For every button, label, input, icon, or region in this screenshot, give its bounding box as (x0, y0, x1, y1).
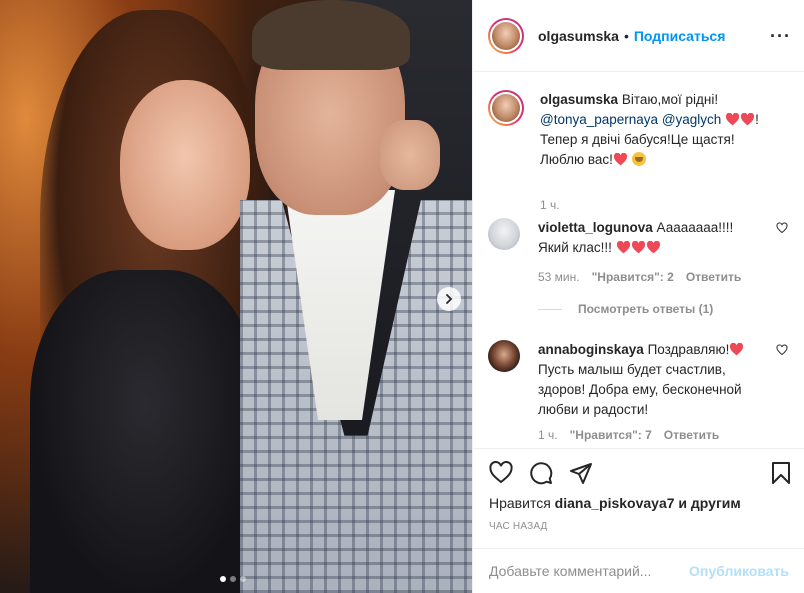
caption-avatar[interactable] (488, 90, 524, 126)
header-separator: • (623, 27, 629, 44)
comment-reply-button[interactable]: Ответить (664, 428, 719, 442)
caption-text-2: ! (755, 112, 759, 127)
author-avatar-image (492, 21, 520, 50)
action-icons (489, 461, 593, 485)
comment-input[interactable] (489, 563, 690, 579)
commenter-avatar[interactable] (488, 340, 520, 372)
next-slide-button[interactable] (437, 287, 461, 311)
like-heart-icon[interactable] (489, 461, 513, 485)
photo-man-hair (252, 0, 410, 70)
comment-body-continued: Пусть малыш будет счастлив, здоров! Добр… (538, 362, 742, 417)
comment-meta: 53 мин. "Нравится": 2 Ответить (538, 270, 741, 284)
red-heart-icon (631, 241, 645, 254)
post-date[interactable]: ЧАС НАЗАД (489, 521, 548, 532)
post-caption: olgasumska Вітаю,мої рідні! @tonya_paper… (488, 90, 788, 212)
caption-time: 1 ч. (540, 198, 560, 212)
share-paper-plane-icon[interactable] (569, 461, 593, 485)
comment-meta: 1 ч. "Нравится": 7 Ответить (538, 428, 719, 442)
comment-time: 1 ч. (538, 428, 558, 442)
red-heart-icon (730, 343, 744, 356)
carousel-dot (240, 576, 246, 582)
caption-text: olgasumska Вітаю,мої рідні! @tonya_paper… (540, 90, 780, 170)
baby-emoji-icon (631, 152, 646, 166)
comments-list: olgasumska Вітаю,мої рідні! @tonya_paper… (473, 72, 804, 448)
photo-woman-dress (30, 270, 260, 593)
replies-divider (538, 308, 562, 310)
likes-summary: Нравится diana_piskovaya7 и другим (489, 495, 741, 511)
comment-like-heart-icon[interactable] (776, 222, 788, 234)
caption-mention-1[interactable]: @tonya_papernaya (540, 112, 658, 127)
carousel-dot (230, 576, 236, 582)
comment-likes-count[interactable]: "Нравится": 7 (570, 428, 652, 442)
comment-bubble-icon[interactable] (529, 461, 553, 485)
comment-username[interactable]: annaboginskaya (538, 342, 644, 357)
red-heart-icon (726, 113, 740, 126)
instagram-post: olgasumska • Подписаться ··· olgasumska … (0, 0, 804, 593)
caption-mention-2[interactable]: @yaglych (662, 112, 721, 127)
add-comment-bar: Опубликовать (473, 548, 804, 593)
carousel-dots (220, 576, 246, 582)
comment-item: annaboginskaya Поздравляю! Пусть малыш б… (488, 340, 788, 442)
red-heart-icon (741, 113, 755, 126)
comment-time: 53 мин. (538, 270, 580, 284)
comment-item: violetta_logunova Аааааааа!!!! Який клас… (488, 218, 788, 284)
likes-user[interactable]: diana_piskovaya7 (555, 495, 675, 511)
caption-text-1: Вітаю,мої рідні! (621, 92, 719, 107)
carousel-dot-active (220, 576, 226, 582)
comment-username[interactable]: violetta_logunova (538, 220, 653, 235)
comment-body: Поздравляю! (647, 342, 730, 357)
caption-avatar-image (492, 94, 520, 122)
commenter-avatar[interactable] (488, 218, 520, 250)
comment-reply-button[interactable]: Ответить (686, 270, 741, 284)
comment-like-heart-icon[interactable] (776, 344, 788, 356)
more-horizontal-icon[interactable]: ··· (770, 27, 791, 45)
comment-text: annaboginskaya Поздравляю! Пусть малыш б… (538, 340, 758, 420)
post-header: olgasumska • Подписаться ··· (473, 0, 804, 72)
likes-prefix: Нравится (489, 495, 551, 511)
photo-hand (380, 120, 440, 190)
comment-likes-count[interactable]: "Нравится": 2 (592, 270, 674, 284)
caption-username[interactable]: olgasumska (540, 92, 618, 107)
photo-woman-face (120, 80, 250, 250)
publish-button[interactable]: Опубликовать (689, 563, 789, 579)
post-photo[interactable] (0, 0, 472, 593)
post-side-panel: olgasumska • Подписаться ··· olgasumska … (472, 0, 804, 593)
chevron-right-icon (446, 294, 453, 304)
red-heart-icon (613, 153, 627, 166)
comment-text: violetta_logunova Аааааааа!!!! Який клас… (538, 218, 758, 258)
author-avatar[interactable] (488, 17, 524, 54)
follow-button[interactable]: Подписаться (634, 28, 726, 44)
view-replies-button[interactable]: Посмотреть ответы (1) (538, 302, 713, 316)
red-heart-icon (646, 241, 660, 254)
bookmark-icon[interactable] (769, 461, 793, 485)
author-username[interactable]: olgasumska (538, 28, 619, 44)
view-replies-label: Посмотреть ответы (1) (578, 302, 714, 316)
likes-suffix[interactable]: и другим (678, 495, 740, 511)
red-heart-icon (616, 241, 630, 254)
